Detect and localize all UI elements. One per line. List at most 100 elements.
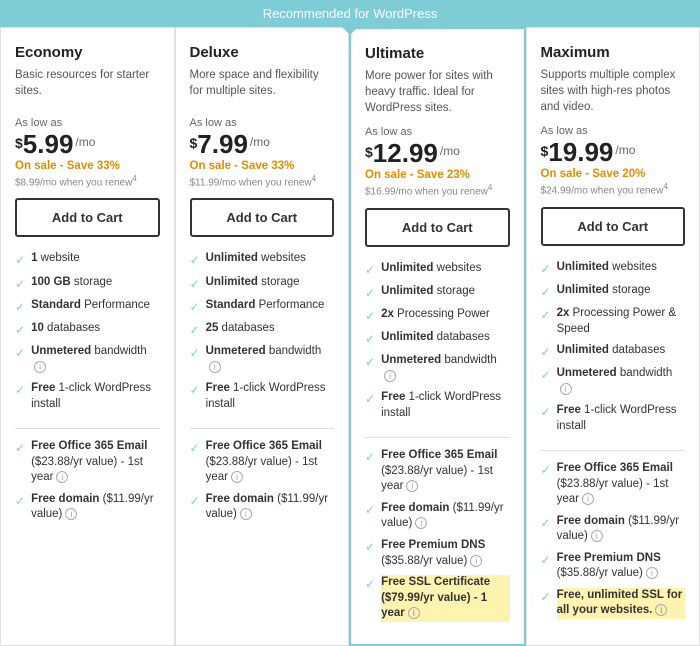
plan-card-ultimate: Ultimate More power for sites with heavy…	[349, 27, 526, 646]
feature-item-economy-0: ✓ 1 website	[15, 251, 160, 268]
check-icon: ✓	[541, 515, 551, 531]
check-icon: ✓	[15, 322, 25, 338]
feature-text-ultimate-1: Unlimited storage	[381, 284, 475, 300]
info-icon[interactable]: i	[646, 567, 658, 579]
extra-text-maximum-2: Free Premium DNS ($35.88/yr value)i	[557, 551, 685, 582]
feature-item-deluxe-3: ✓ 25 databases	[190, 321, 335, 338]
feature-item-maximum-3: ✓ Unlimited databases	[541, 343, 686, 360]
info-icon[interactable]: i	[655, 604, 667, 616]
add-to-cart-button-economy[interactable]: Add to Cart	[15, 198, 160, 237]
feature-item-economy-5: ✓ Free 1-click WordPress install	[15, 381, 160, 412]
feature-text-deluxe-4: Unmetered bandwidthi	[206, 344, 334, 375]
plan-card-maximum: Maximum Supports multiple complex sites …	[526, 27, 700, 646]
extra-item-ultimate-1: ✓ Free domain ($11.99/yr value)i	[365, 501, 510, 532]
feature-text-economy-4: Unmetered bandwidthi	[31, 344, 159, 375]
check-icon: ✓	[190, 440, 200, 456]
check-icon: ✓	[190, 299, 200, 315]
info-icon[interactable]: i	[209, 361, 221, 373]
extra-text-ultimate-1: Free domain ($11.99/yr value)i	[381, 501, 509, 532]
add-to-cart-button-maximum[interactable]: Add to Cart	[541, 207, 686, 246]
divider-deluxe	[190, 428, 335, 429]
sale-text-economy: On sale - Save 33%	[15, 160, 160, 172]
extra-item-economy-0: ✓ Free Office 365 Email ($23.88/yr value…	[15, 439, 160, 486]
info-icon[interactable]: i	[384, 370, 396, 382]
sale-text-ultimate: On sale - Save 23%	[365, 169, 510, 181]
check-icon: ✓	[365, 391, 375, 407]
check-icon: ✓	[541, 284, 551, 300]
banner-text: Recommended for WordPress	[263, 6, 438, 21]
price-mo-maximum: /mo	[615, 143, 635, 157]
divider-economy	[15, 428, 160, 429]
info-icon[interactable]: i	[408, 607, 420, 619]
extra-item-ultimate-2: ✓ Free Premium DNS ($35.88/yr value)i	[365, 538, 510, 569]
check-icon: ✓	[190, 493, 200, 509]
renew-text-economy: $8.99/mo when you renew4	[15, 174, 160, 188]
info-icon[interactable]: i	[415, 517, 427, 529]
feature-text-maximum-0: Unlimited websites	[557, 260, 657, 276]
check-icon: ✓	[365, 285, 375, 301]
info-icon[interactable]: i	[582, 493, 594, 505]
feature-item-deluxe-2: ✓ Standard Performance	[190, 298, 335, 315]
feature-text-maximum-5: Free 1-click WordPress install	[557, 403, 685, 434]
price-mo-deluxe: /mo	[250, 135, 270, 149]
check-icon: ✓	[541, 307, 551, 323]
feature-item-ultimate-1: ✓ Unlimited storage	[365, 284, 510, 301]
info-icon[interactable]: i	[56, 471, 68, 483]
plan-name-deluxe: Deluxe	[190, 44, 335, 61]
feature-item-economy-2: ✓ Standard Performance	[15, 298, 160, 315]
info-icon[interactable]: i	[406, 480, 418, 492]
extra-item-deluxe-0: ✓ Free Office 365 Email ($23.88/yr value…	[190, 439, 335, 486]
add-to-cart-button-deluxe[interactable]: Add to Cart	[190, 198, 335, 237]
price-label-economy: As low as	[15, 117, 160, 129]
price-amount-maximum: 19.99	[548, 139, 613, 165]
features-list-economy: ✓ 1 website ✓ 100 GB storage ✓ Standard	[15, 251, 160, 418]
feature-text-ultimate-2: 2x Processing Power	[381, 307, 490, 323]
feature-item-ultimate-5: ✓ Free 1-click WordPress install	[365, 390, 510, 421]
info-icon[interactable]: i	[231, 471, 243, 483]
extra-text-maximum-3: Free, unlimited SSL for all your website…	[557, 588, 685, 619]
feature-text-economy-3: 10 databases	[31, 321, 100, 337]
feature-text-deluxe-0: Unlimited websites	[206, 251, 306, 267]
price-label-deluxe: As low as	[190, 117, 335, 129]
check-icon: ✓	[15, 345, 25, 361]
plan-desc-maximum: Supports multiple complex sites with hig…	[541, 67, 686, 115]
feature-item-ultimate-0: ✓ Unlimited websites	[365, 261, 510, 278]
info-icon[interactable]: i	[470, 555, 482, 567]
extra-item-maximum-2: ✓ Free Premium DNS ($35.88/yr value)i	[541, 551, 686, 582]
feature-item-maximum-5: ✓ Free 1-click WordPress install	[541, 403, 686, 434]
info-icon[interactable]: i	[240, 508, 252, 520]
feature-item-maximum-0: ✓ Unlimited websites	[541, 260, 686, 277]
extra-text-ultimate-3: Free SSL Certificate ($79.99/yr value) -…	[381, 575, 509, 622]
extra-item-ultimate-3: ✓ Free SSL Certificate ($79.99/yr value)…	[365, 575, 510, 622]
recommended-banner: Recommended for WordPress	[0, 0, 700, 27]
plan-desc-economy: Basic resources for starter sites.	[15, 67, 160, 107]
extra-item-deluxe-1: ✓ Free domain ($11.99/yr value)i	[190, 492, 335, 523]
plans-container: Economy Basic resources for starter site…	[0, 27, 700, 646]
info-icon[interactable]: i	[560, 383, 572, 395]
feature-text-economy-2: Standard Performance	[31, 298, 150, 314]
info-icon[interactable]: i	[34, 361, 46, 373]
extras-list-ultimate: ✓ Free Office 365 Email ($23.88/yr value…	[365, 448, 510, 627]
info-icon[interactable]: i	[591, 530, 603, 542]
add-to-cart-button-ultimate[interactable]: Add to Cart	[365, 208, 510, 247]
extra-text-maximum-0: Free Office 365 Email ($23.88/yr value) …	[557, 461, 685, 508]
check-icon: ✓	[365, 308, 375, 324]
check-icon: ✓	[541, 552, 551, 568]
renew-text-deluxe: $11.99/mo when you renew4	[190, 174, 335, 188]
feature-item-maximum-2: ✓ 2x Processing Power & Speed	[541, 306, 686, 337]
price-amount-ultimate: 12.99	[373, 140, 438, 166]
sale-text-maximum: On sale - Save 20%	[541, 168, 686, 180]
extra-text-economy-0: Free Office 365 Email ($23.88/yr value) …	[31, 439, 159, 486]
extra-text-deluxe-0: Free Office 365 Email ($23.88/yr value) …	[206, 439, 334, 486]
plan-desc-ultimate: More power for sites with heavy traffic.…	[365, 68, 510, 116]
price-row-maximum: $ 19.99 /mo	[541, 139, 686, 165]
check-icon: ✓	[541, 261, 551, 277]
price-mo-ultimate: /mo	[440, 144, 460, 158]
price-dollar-ultimate: $	[365, 144, 373, 160]
feature-text-deluxe-1: Unlimited storage	[206, 275, 300, 291]
info-icon[interactable]: i	[65, 508, 77, 520]
extras-list-maximum: ✓ Free Office 365 Email ($23.88/yr value…	[541, 461, 686, 625]
price-mo-economy: /mo	[75, 135, 95, 149]
feature-item-maximum-1: ✓ Unlimited storage	[541, 283, 686, 300]
feature-item-ultimate-4: ✓ Unmetered bandwidthi	[365, 353, 510, 384]
